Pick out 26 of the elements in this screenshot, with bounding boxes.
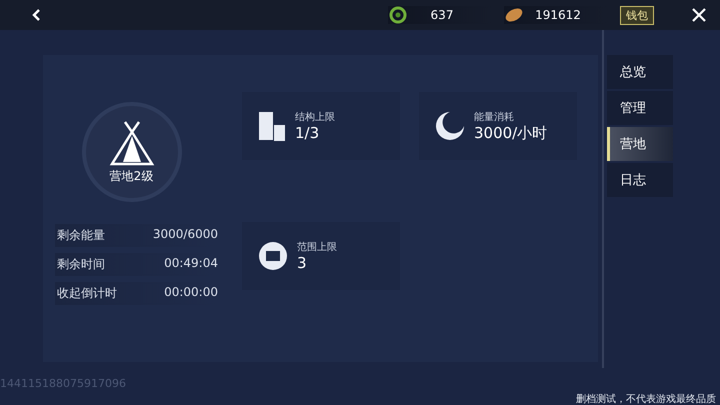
side-tab[interactable]: 总览	[607, 55, 673, 89]
card-value: 3	[297, 254, 308, 272]
side-tab[interactable]: 营地	[607, 127, 673, 161]
currency-amount: 637	[430, 8, 454, 22]
card-value: 1/3	[295, 124, 320, 142]
crescent-icon	[434, 110, 466, 142]
stat-label: 收起倒计时	[57, 285, 117, 302]
side-tab[interactable]: 管理	[607, 91, 673, 125]
buildings-icon	[257, 109, 287, 143]
tent-icon	[106, 120, 156, 166]
close-icon	[691, 7, 707, 23]
camp-level: 营地2级	[110, 168, 154, 184]
stat-value: 00:00:00	[164, 285, 218, 301]
card-label: 结构上限	[295, 110, 335, 124]
stat-label: 剩余能量	[57, 227, 105, 244]
test-notice: 删档测试，不代表游戏最终品质	[576, 392, 716, 405]
stat-value: 3000/6000	[152, 227, 218, 243]
wallet-button[interactable]: 钱包	[620, 6, 654, 24]
card-label: 能量消耗	[474, 110, 515, 124]
side-tab[interactable]: 日志	[607, 163, 673, 197]
currency-amount: 191612	[534, 8, 582, 22]
stat-label: 剩余时间	[57, 256, 105, 273]
seed-icon	[504, 6, 524, 24]
stat-value: 00:49:04	[164, 256, 218, 272]
card-value: 3000/小时	[474, 124, 548, 142]
card-label: 范围上限	[297, 240, 337, 254]
